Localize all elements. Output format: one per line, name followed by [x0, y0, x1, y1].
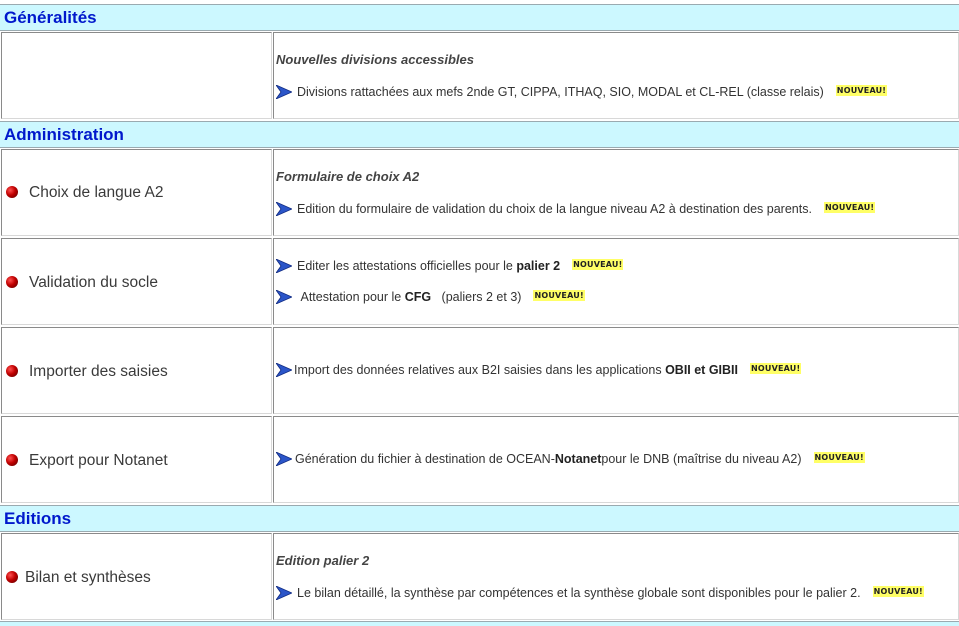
arrow-bullet-icon: [276, 586, 292, 600]
red-bullet-icon: [6, 454, 18, 466]
table-row-export-notanet: Export pour Notanet Génération du fichie…: [0, 416, 959, 503]
list-item: Le bilan détaillé, la synthèse par compé…: [276, 585, 924, 600]
row-heading: Nouvelles divisions accessibles: [276, 52, 474, 67]
list-item: Génération du fichier à destination de O…: [276, 451, 865, 466]
row-label-cell[interactable]: Validation du socle: [1, 238, 272, 325]
row-content-cell: Editer les attestations officielles pour…: [273, 238, 959, 325]
arrow-bullet-icon: [276, 85, 292, 99]
row-content-cell: Nouvelles divisions accessibles Division…: [273, 32, 959, 119]
table-row-nouvelles-divisions: Nouvelles divisions accessibles Division…: [0, 32, 959, 119]
table-row-bilan-syntheses: Bilan et synthèses Edition palier 2 Le b…: [0, 533, 959, 620]
new-badge: NOUVEAU!: [813, 451, 865, 463]
red-bullet-icon: [6, 571, 18, 583]
new-badge: NOUVEAU!: [533, 289, 585, 301]
page: Généralités Nouvelles divisions accessib…: [0, 0, 959, 626]
arrow-bullet-icon: [276, 290, 292, 304]
row-label-cell[interactable]: Choix de langue A2: [1, 149, 272, 236]
row-content-cell: Import des données relatives aux B2I sai…: [273, 327, 959, 414]
red-bullet-icon: [6, 276, 18, 288]
row-label-cell: [1, 32, 272, 119]
list-item: Attestation pour le CFG (paliers 2 et 3)…: [276, 289, 585, 304]
new-badge: NOUVEAU!: [835, 84, 888, 96]
section-header-generalites: Généralités: [0, 4, 959, 31]
row-content-cell: Edition palier 2 Le bilan détaillé, la s…: [273, 533, 959, 620]
new-badge: NOUVEAU!: [572, 258, 624, 270]
new-badge: NOUVEAU!: [750, 362, 802, 374]
row-heading: Formulaire de choix A2: [276, 169, 420, 184]
section-title: Editions: [4, 509, 72, 528]
arrow-bullet-icon: [276, 452, 292, 466]
red-bullet-icon: [6, 186, 18, 198]
list-item: Editer les attestations officielles pour…: [276, 258, 624, 273]
list-item: Import des données relatives aux B2I sai…: [276, 362, 802, 377]
section-header-editions: Editions: [0, 505, 959, 532]
menu-item-export-notanet[interactable]: Export pour Notanet: [29, 452, 168, 470]
table-row-choix-langue: Choix de langue A2 Formulaire de choix A…: [0, 149, 959, 236]
row-content-cell: Génération du fichier à destination de O…: [273, 416, 959, 503]
section-title: Généralités: [4, 8, 97, 27]
arrow-bullet-icon: [276, 363, 292, 377]
row-content-cell: Formulaire de choix A2 Edition du formul…: [273, 149, 959, 236]
red-bullet-icon: [6, 365, 18, 377]
section-header-administration: Administration: [0, 121, 959, 148]
arrow-bullet-icon: [276, 259, 292, 273]
menu-item-choix-langue[interactable]: Choix de langue A2: [29, 184, 163, 202]
row-label-cell[interactable]: Export pour Notanet: [1, 416, 272, 503]
table-row-validation-socle: Validation du socle Editer les attestati…: [0, 238, 959, 325]
menu-item-importer-saisies[interactable]: Importer des saisies: [29, 363, 168, 381]
table-row-importer-saisies: Importer des saisies Import des données …: [0, 327, 959, 414]
row-label-cell[interactable]: Importer des saisies: [1, 327, 272, 414]
footer-bar: [0, 621, 959, 626]
menu-item-bilan-syntheses[interactable]: Bilan et synthèses: [25, 569, 151, 587]
arrow-bullet-icon: [276, 202, 292, 216]
new-badge: NOUVEAU!: [823, 201, 876, 213]
row-heading: Edition palier 2: [276, 553, 370, 568]
list-item: Divisions rattachées aux mefs 2nde GT, C…: [276, 84, 888, 99]
list-item: Edition du formulaire de validation du c…: [276, 201, 876, 216]
row-label-cell[interactable]: Bilan et synthèses: [1, 533, 272, 620]
menu-item-validation-socle[interactable]: Validation du socle: [29, 274, 158, 292]
section-title: Administration: [4, 125, 124, 144]
new-badge: NOUVEAU!: [872, 585, 924, 597]
